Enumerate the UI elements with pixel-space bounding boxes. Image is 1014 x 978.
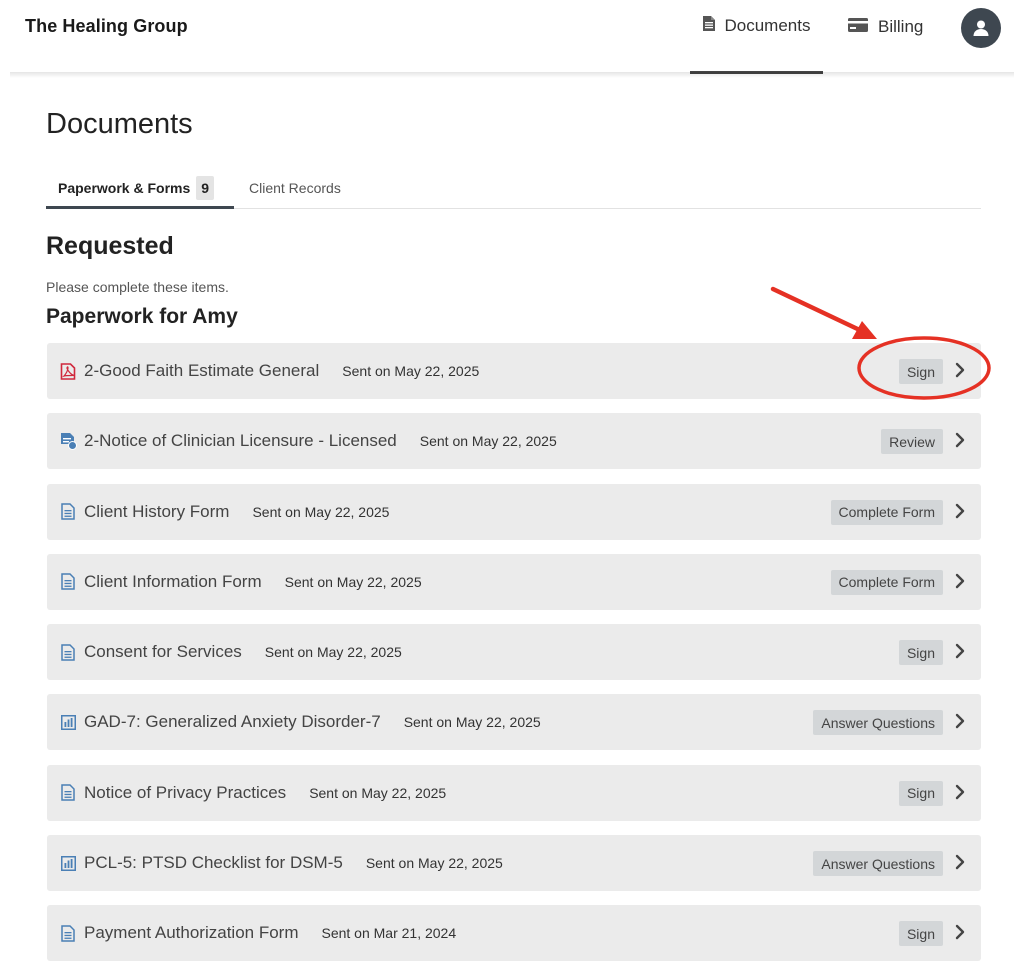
document-sent-date: Sent on May 22, 2025 [419,433,557,450]
document-action-button[interactable]: Sign [898,359,943,384]
form-icon [59,503,77,521]
user-icon [973,20,989,36]
document-action-button[interactable]: Answer Questions [813,851,943,877]
document-action-button[interactable]: Sign [898,780,943,806]
document-sent-date: Sent on May 22, 2025 [365,855,503,872]
chevron-right-icon[interactable] [952,503,968,519]
top-bar: The Healing Group Documents Billing [0,0,1014,74]
credit-card-icon [848,17,868,37]
document-sent-date: Sent on May 22, 2025 [252,503,390,520]
chart-icon [59,713,77,731]
document-action-button[interactable]: Complete Form [830,569,943,595]
document-name: 2-Good Faith Estimate General [84,361,320,380]
document-name: Payment Authorization Form [84,923,299,943]
document-sent-date: Sent on May 22, 2025 [309,784,447,801]
tab-paperwork-forms[interactable]: Paperwork & Forms 9 [46,170,234,209]
document-list: 2-Good Faith Estimate General Sent on May… [47,343,981,976]
section-title: Requested [46,232,174,260]
document-tabs: Paperwork & Forms 9 Client Records [46,170,981,209]
document-row[interactable]: Payment Authorization Form Sent on Mar 21… [47,905,981,962]
document-row[interactable]: 2-Good Faith Estimate General Sent on May… [47,343,981,399]
document-action-button[interactable]: Review [881,429,943,455]
document-row[interactable]: Client Information Form Sent on May 22, 2… [47,553,981,610]
document-action-button[interactable]: Sign [898,921,943,947]
top-bar-shadow [10,72,1014,78]
document-name: Client History Form [84,501,230,521]
document-icon [702,15,715,36]
form-icon [59,643,77,661]
form-icon [59,924,77,942]
red-arrow-icon [770,286,877,339]
page-title: Documents [46,108,193,140]
brand-name: The Healing Group [25,16,188,36]
form-icon [59,573,77,591]
chevron-right-icon[interactable] [952,432,968,448]
document-name: Consent for Services [84,642,242,662]
document-row[interactable]: Notice of Privacy Practices Sent on May 2… [47,764,981,821]
document-sent-date: Sent on Mar 21, 2024 [321,925,457,942]
tab-label: Paperwork & Forms [58,180,191,196]
chevron-right-icon[interactable] [952,573,968,589]
document-name: Client Information Form [84,571,262,591]
chevron-right-icon[interactable] [952,713,968,729]
form-icon [59,784,77,802]
document-sent-date: Sent on May 22, 2025 [264,644,402,661]
document-sent-date: Sent on May 22, 2025 [342,363,480,379]
nav-billing[interactable]: Billing [848,0,923,54]
document-row[interactable]: Client History Form Sent on May 22, 2025 C… [47,483,981,540]
section-hint: Please complete these items. [46,279,229,295]
document-row[interactable]: GAD-7: Generalized Anxiety Disorder-7 Sen… [47,694,981,751]
nav-documents[interactable]: Documents [690,0,823,74]
chevron-right-icon[interactable] [952,854,968,870]
document-badge-icon [59,432,77,450]
tab-count-badge: 9 [196,176,215,200]
document-sent-date: Sent on May 22, 2025 [284,573,422,590]
document-name: PCL-5: PTSD Checklist for DSM-5 [84,853,343,873]
chevron-right-icon[interactable] [952,784,968,800]
document-row[interactable]: Consent for Services Sent on May 22, 2025… [47,624,981,681]
document-row[interactable]: 2-Notice of Clinician Licensure - Licens… [47,413,981,470]
nav-billing-label: Billing [878,17,924,36]
chevron-right-icon[interactable] [952,362,968,378]
document-sent-date: Sent on May 22, 2025 [403,714,541,731]
chart-icon [59,854,77,872]
document-action-button[interactable]: Answer Questions [813,710,943,736]
chevron-right-icon[interactable] [952,924,968,940]
chevron-right-icon[interactable] [952,643,968,659]
group-title: Paperwork for Amy [46,305,238,328]
document-name: Notice of Privacy Practices [84,782,287,802]
document-name: GAD-7: Generalized Anxiety Disorder-7 [84,712,381,732]
document-action-button[interactable]: Complete Form [830,499,943,525]
user-avatar[interactable] [961,8,1001,48]
pdf-icon [59,362,77,380]
nav-documents-label: Documents [724,15,811,35]
document-name: 2-Notice of Clinician Licensure - Licens… [84,431,397,451]
document-action-button[interactable]: Sign [898,640,943,666]
tab-client-records[interactable]: Client Records [249,170,341,206]
document-row[interactable]: PCL-5: PTSD Checklist for DSM-5 Sent on M… [47,835,981,892]
